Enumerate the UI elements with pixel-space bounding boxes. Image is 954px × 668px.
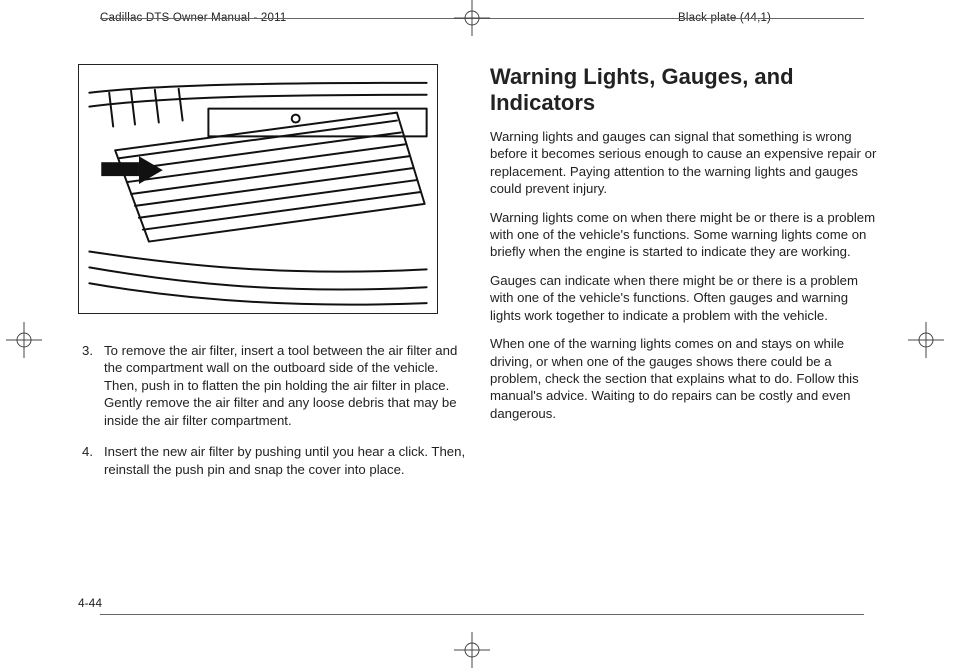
air-filter-figure (78, 64, 438, 314)
arrow-icon (101, 156, 163, 184)
footer-rule (100, 614, 864, 615)
registration-mark-icon (908, 322, 944, 358)
step-4: Insert the new air filter by pushing unt… (78, 443, 466, 478)
right-column: Warning Lights, Gauges, and Indicators W… (490, 64, 878, 492)
paragraph: Warning lights and gauges can signal tha… (490, 128, 878, 198)
page-number: 4-44 (78, 596, 102, 610)
step-3: To remove the air filter, insert a tool … (78, 342, 466, 429)
paragraph: When one of the warning lights comes on … (490, 335, 878, 422)
paragraph: Gauges can indicate when there might be … (490, 272, 878, 324)
registration-mark-icon (454, 632, 490, 668)
air-filter-illustration-icon (79, 65, 437, 313)
left-column: To remove the air filter, insert a tool … (78, 64, 466, 492)
section-heading: Warning Lights, Gauges, and Indicators (490, 64, 878, 116)
registration-mark-icon (454, 0, 490, 36)
paragraph: Warning lights come on when there might … (490, 209, 878, 261)
registration-mark-icon (6, 322, 42, 358)
page: Cadillac DTS Owner Manual - 2011 Black p… (0, 0, 954, 668)
content-columns: To remove the air filter, insert a tool … (78, 64, 878, 492)
procedure-steps: To remove the air filter, insert a tool … (78, 342, 466, 478)
